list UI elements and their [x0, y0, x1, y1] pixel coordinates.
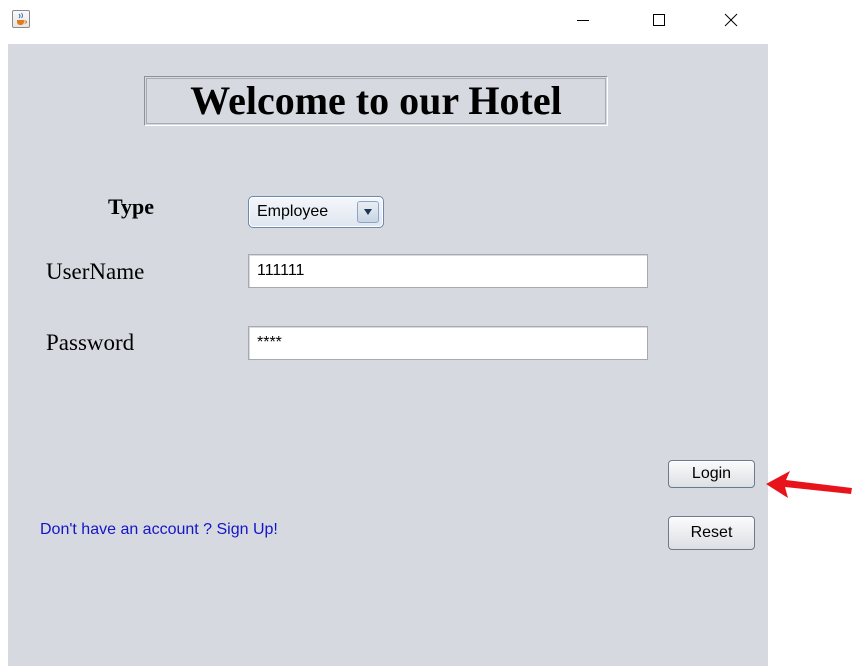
username-field[interactable]: 111111 — [248, 254, 648, 288]
type-dropdown-value: Employee — [257, 203, 329, 220]
maximize-icon — [653, 14, 665, 26]
signup-link[interactable]: Don't have an account ? Sign Up! — [40, 521, 278, 539]
username-label: UserName — [46, 259, 145, 284]
minimize-button[interactable] — [560, 0, 606, 40]
type-dropdown[interactable]: Employee — [248, 196, 384, 228]
password-field[interactable]: **** — [248, 326, 648, 360]
close-button[interactable] — [708, 0, 754, 40]
java-cup-icon — [12, 10, 30, 28]
login-window: Welcome to our Hotel Type Employee UserN… — [0, 0, 856, 666]
password-label: Password — [46, 330, 135, 355]
title-frame: Welcome to our Hotel — [144, 76, 608, 126]
minimize-icon — [577, 20, 589, 21]
content-panel: Welcome to our Hotel Type Employee UserN… — [8, 44, 768, 666]
maximize-button[interactable] — [636, 0, 682, 40]
red-arrow-icon — [766, 471, 852, 498]
title-bar — [0, 0, 856, 44]
triangle-down-icon — [364, 209, 372, 215]
dropdown-arrow-button[interactable] — [357, 201, 379, 223]
login-button[interactable]: Login — [668, 460, 755, 488]
page-title: Welcome to our Hotel — [190, 78, 562, 123]
reset-button[interactable]: Reset — [668, 516, 755, 550]
close-icon — [724, 13, 738, 27]
type-label: Type — [108, 194, 155, 219]
